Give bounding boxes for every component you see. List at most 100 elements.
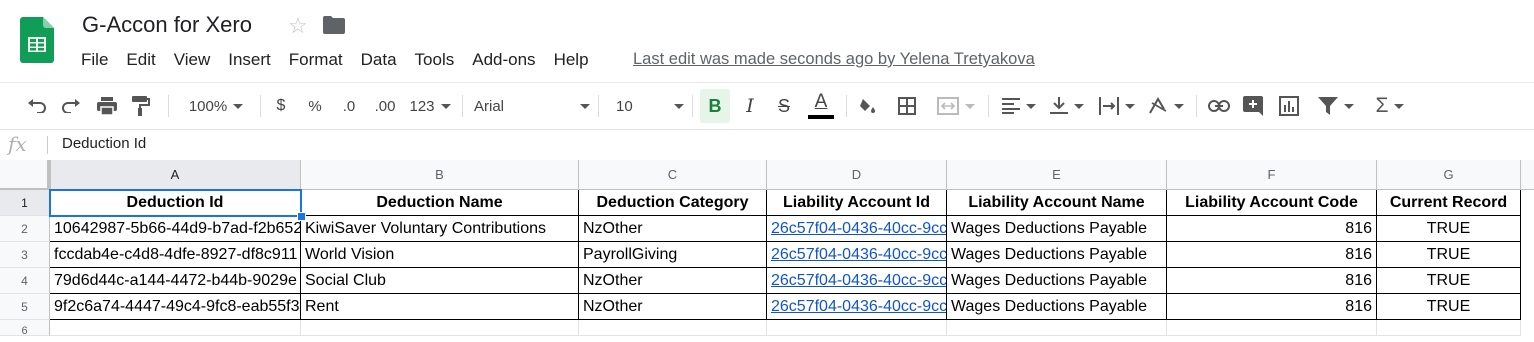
cell-liability-account-name[interactable]: Wages Deductions Payable xyxy=(947,216,1167,242)
row-header-2[interactable]: 2 xyxy=(0,216,50,242)
cell-deduction-id[interactable]: 79d6d44c-a144-4472-b44b-9029e xyxy=(50,268,301,294)
cell-deduction-id[interactable]: 9f2c6a74-4447-49c4-9fc8-eab55f3 xyxy=(50,294,301,320)
document-title[interactable]: G-Accon for Xero xyxy=(82,12,252,38)
column-header-c[interactable]: C xyxy=(579,160,767,189)
last-edit-link[interactable]: Last edit was made seconds ago by Yelena… xyxy=(633,50,1035,69)
font-family-select[interactable]: Arial xyxy=(474,83,590,129)
cell-deduction-id[interactable]: 10642987-5b66-44d9-b7ad-f2b652 xyxy=(50,216,301,242)
cell-liability-account-name[interactable]: Wages Deductions Payable xyxy=(947,294,1167,320)
header-cell-deduction-id[interactable]: Deduction Id xyxy=(50,190,301,216)
cell-liability-account-id-link[interactable]: 26c57f04-0436-40cc-9cc xyxy=(767,242,947,268)
cell-deduction-name[interactable]: KiwiSaver Voluntary Contributions xyxy=(301,216,579,242)
fill-color-icon[interactable] xyxy=(856,83,882,129)
cell-deduction-name[interactable]: Social Club xyxy=(301,268,579,294)
header-cell-deduction-category[interactable]: Deduction Category xyxy=(579,190,767,216)
empty-cell[interactable] xyxy=(1377,320,1521,336)
cell-liability-account-id-link[interactable]: 26c57f04-0436-40cc-9cc xyxy=(767,216,947,242)
insert-chart-icon[interactable] xyxy=(1276,83,1302,129)
cell-deduction-category[interactable]: NzOther xyxy=(579,294,767,320)
empty-cell[interactable] xyxy=(767,320,947,336)
undo-icon[interactable] xyxy=(24,83,50,129)
cell-current-record[interactable]: TRUE xyxy=(1377,242,1521,268)
cell-liability-account-code[interactable]: 816 xyxy=(1167,216,1377,242)
column-header-f[interactable]: F xyxy=(1167,160,1377,189)
sheets-logo-icon[interactable] xyxy=(20,17,54,63)
cell-deduction-category[interactable]: NzOther xyxy=(579,216,767,242)
empty-cell[interactable] xyxy=(301,320,579,336)
empty-cell[interactable] xyxy=(50,320,301,336)
text-color-button[interactable]: A xyxy=(806,83,836,129)
filter-icon[interactable] xyxy=(1312,83,1360,129)
cell-liability-account-name[interactable]: Wages Deductions Payable xyxy=(947,268,1167,294)
cell-deduction-id[interactable]: fccdab4e-c4d8-4dfe-8927-df8c911 xyxy=(50,242,301,268)
folder-icon[interactable] xyxy=(323,16,345,39)
empty-cell[interactable] xyxy=(1167,320,1377,336)
header-cell-liability-account-code[interactable]: Liability Account Code xyxy=(1167,190,1377,216)
borders-icon[interactable] xyxy=(894,83,920,129)
menu-file[interactable]: File xyxy=(72,48,117,72)
row-header-6[interactable]: 6 xyxy=(0,320,50,337)
italic-button[interactable]: I xyxy=(738,83,762,129)
row-header-4[interactable]: 4 xyxy=(0,268,50,294)
menu-insert[interactable]: Insert xyxy=(219,48,280,72)
menu-help[interactable]: Help xyxy=(545,48,598,72)
header-cell-current-record[interactable]: Current Record xyxy=(1377,190,1521,216)
text-rotation-icon[interactable] xyxy=(1144,83,1188,129)
cell-liability-account-code[interactable]: 816 xyxy=(1167,242,1377,268)
select-all-corner[interactable] xyxy=(0,160,51,192)
cell-current-record[interactable]: TRUE xyxy=(1377,294,1521,320)
currency-format-button[interactable]: $ xyxy=(270,83,292,129)
cell-deduction-name[interactable]: Rent xyxy=(301,294,579,320)
cell-liability-account-code[interactable]: 816 xyxy=(1167,294,1377,320)
bold-button[interactable]: B xyxy=(700,89,730,123)
column-header-e[interactable]: E xyxy=(947,160,1167,189)
cell-liability-account-code[interactable]: 816 xyxy=(1167,268,1377,294)
empty-cell[interactable] xyxy=(579,320,767,336)
functions-icon[interactable]: Σ xyxy=(1370,83,1410,129)
decrease-decimals-button[interactable]: .0 xyxy=(336,83,362,129)
font-size-select[interactable]: 10 xyxy=(616,83,684,129)
star-icon[interactable]: ☆ xyxy=(288,13,308,39)
cell-liability-account-name[interactable]: Wages Deductions Payable xyxy=(947,242,1167,268)
menu-view[interactable]: View xyxy=(165,48,220,72)
cell-deduction-category[interactable]: NzOther xyxy=(579,268,767,294)
cell-liability-account-id-link[interactable]: 26c57f04-0436-40cc-9cc xyxy=(767,294,947,320)
formula-input[interactable]: Deduction Id xyxy=(62,135,146,152)
print-icon[interactable] xyxy=(94,83,120,129)
insert-link-icon[interactable] xyxy=(1206,83,1232,129)
menu-tools[interactable]: Tools xyxy=(406,48,464,72)
row-header-1[interactable]: 1 xyxy=(0,190,50,216)
cell-current-record[interactable]: TRUE xyxy=(1377,268,1521,294)
cell-liability-account-id-link[interactable]: 26c57f04-0436-40cc-9cc xyxy=(767,268,947,294)
cell-current-record[interactable]: TRUE xyxy=(1377,216,1521,242)
cell-deduction-name[interactable]: World Vision xyxy=(301,242,579,268)
row-header-5[interactable]: 5 xyxy=(0,294,50,320)
percent-format-button[interactable]: % xyxy=(304,83,326,129)
increase-decimals-button[interactable]: .00 xyxy=(370,83,400,129)
horizontal-align-icon[interactable] xyxy=(998,83,1040,129)
column-header-a[interactable]: A xyxy=(50,160,301,189)
paint-format-icon[interactable] xyxy=(128,83,154,129)
zoom-select[interactable]: 100% xyxy=(182,83,250,129)
merge-cells-icon[interactable] xyxy=(932,83,980,129)
insert-comment-icon[interactable] xyxy=(1240,83,1266,129)
menu-format[interactable]: Format xyxy=(280,48,352,72)
redo-icon[interactable] xyxy=(58,83,84,129)
text-wrapping-icon[interactable] xyxy=(1096,83,1138,129)
more-formats-select[interactable]: 123 xyxy=(406,83,454,129)
menu-edit[interactable]: Edit xyxy=(117,48,164,72)
fill-handle[interactable] xyxy=(297,212,306,221)
menu-data[interactable]: Data xyxy=(352,48,406,72)
header-cell-liability-account-id[interactable]: Liability Account Id xyxy=(767,190,947,216)
header-cell-deduction-name[interactable]: Deduction Name xyxy=(301,190,579,216)
column-header-d[interactable]: D xyxy=(767,160,947,189)
menu-add-ons[interactable]: Add-ons xyxy=(463,48,544,72)
row-header-3[interactable]: 3 xyxy=(0,242,50,268)
vertical-align-icon[interactable] xyxy=(1046,83,1088,129)
cell-deduction-category[interactable]: PayrollGiving xyxy=(579,242,767,268)
empty-cell[interactable] xyxy=(947,320,1167,336)
strikethrough-button[interactable]: S xyxy=(772,83,796,129)
header-cell-liability-account-name[interactable]: Liability Account Name xyxy=(947,190,1167,216)
column-header-g[interactable]: G xyxy=(1377,160,1521,189)
column-header-b[interactable]: B xyxy=(301,160,579,189)
